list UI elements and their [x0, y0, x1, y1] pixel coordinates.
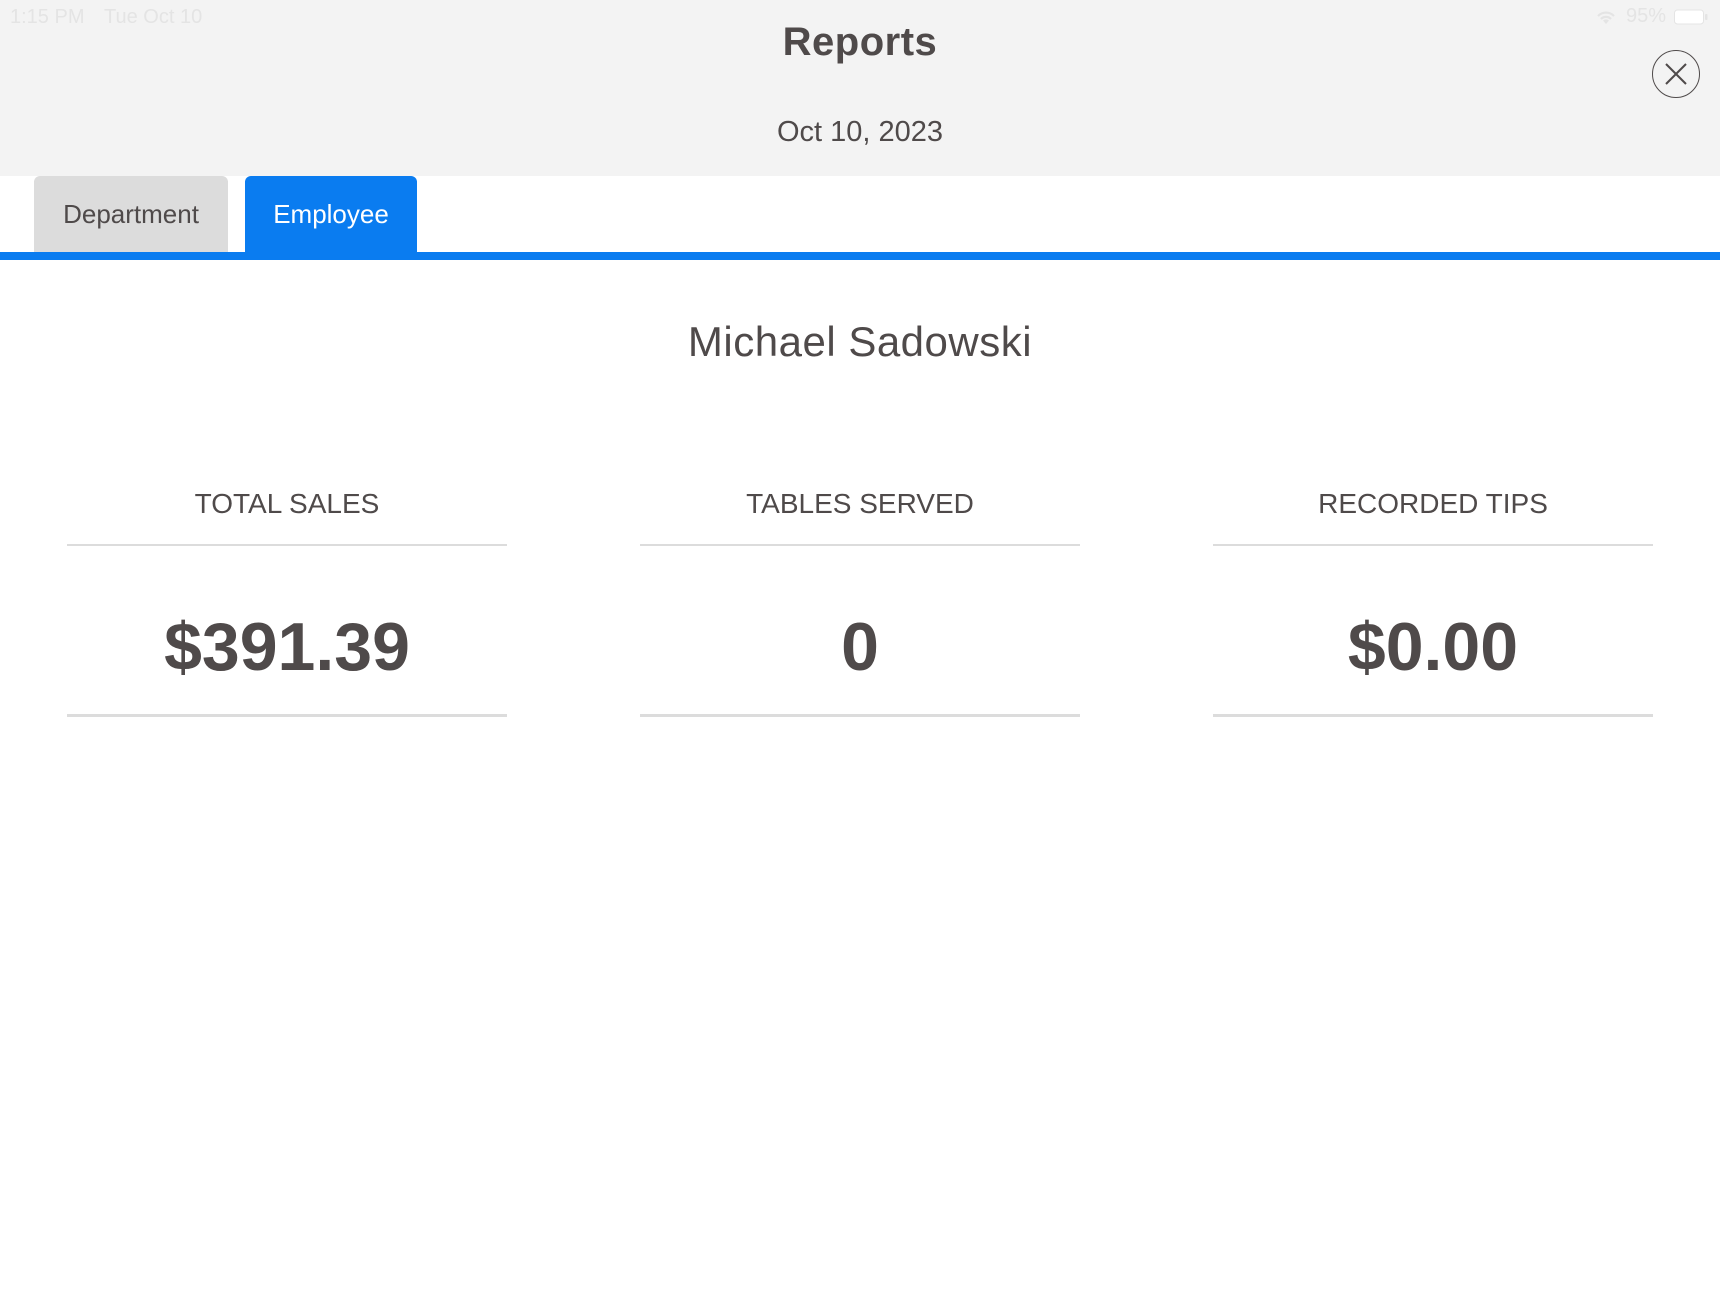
- stat-label: RECORDED TIPS: [1318, 488, 1548, 519]
- report-tabs: Department Employee: [0, 176, 1720, 260]
- stat-label: TOTAL SALES: [194, 488, 380, 519]
- stat-value: $391.39: [164, 609, 410, 685]
- stat-value: $0.00: [1347, 609, 1519, 685]
- divider: [1213, 544, 1653, 546]
- page-title: Reports: [782, 20, 938, 64]
- divider: [640, 544, 1080, 546]
- stat-tables-served: TABLES SERVED 0: [640, 480, 1080, 720]
- employee-name: Michael Sadowski: [687, 318, 1033, 365]
- reports-screen: 1:15 PM Tue Oct 10 95% Reports Oct 10, 2…: [0, 0, 1720, 1290]
- tab-department[interactable]: Department: [34, 176, 228, 252]
- tab-underline: [0, 252, 1720, 260]
- divider: [640, 714, 1080, 717]
- close-icon: [1665, 63, 1687, 85]
- report-date: Oct 10, 2023: [776, 116, 944, 148]
- stat-label: TABLES SERVED: [746, 488, 974, 519]
- tab-employee[interactable]: Employee: [245, 176, 417, 252]
- divider: [1213, 714, 1653, 717]
- stat-total-sales: TOTAL SALES $391.39: [67, 480, 507, 720]
- divider: [67, 714, 507, 717]
- divider: [67, 544, 507, 546]
- close-button[interactable]: [1652, 50, 1700, 98]
- stat-value: 0: [841, 609, 879, 685]
- stat-recorded-tips: RECORDED TIPS $0.00: [1213, 480, 1653, 720]
- header: 1:15 PM Tue Oct 10 95% Reports Oct 10, 2…: [0, 0, 1720, 176]
